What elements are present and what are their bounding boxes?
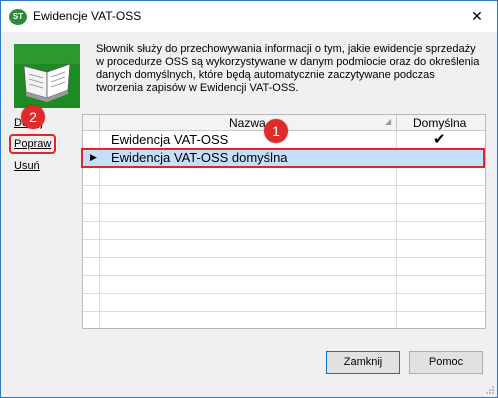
header-divider [396,115,397,131]
row-line [83,275,485,276]
row-line [83,293,485,294]
callout-badge-2: 2 [21,105,45,129]
help-button[interactable]: Pomoc [409,351,483,374]
row-line [83,221,485,222]
window-title: Ewidencje VAT-OSS [33,9,142,23]
dictionary-description: Słownik służy do przechowywania informac… [96,43,480,94]
row-line [83,311,485,312]
row-line [83,239,485,240]
selected-row-highlight [81,148,485,168]
edit-link-highlight [9,134,56,154]
title-bar: ST Ewidencje VAT-OSS ✕ [1,1,497,32]
row-line [83,257,485,258]
sort-indicator-icon: ◢ [385,117,392,126]
records-grid[interactable]: Nazwa ◢ Domyślna Ewidencja VAT-OSS ✔ ▶ E… [82,114,486,329]
checkmark-icon: ✔ [433,131,446,148]
column-header-name[interactable]: Nazwa [229,116,266,130]
resize-grip-icon[interactable] [485,385,495,395]
app-logo-icon: ST [9,9,27,25]
delete-link[interactable]: Usuń [14,160,40,172]
row-line [83,203,485,204]
cell-name: Ewidencja VAT-OSS [111,132,229,147]
callout-badge-1: 1 [264,119,288,143]
dialog-window: ST Ewidencje VAT-OSS ✕ Słownik służy do … [0,0,498,398]
close-button[interactable]: Zamknij [326,351,400,374]
close-icon[interactable]: ✕ [463,3,491,29]
header-divider [99,115,100,131]
open-book-icon [14,44,80,108]
row-line [83,185,485,186]
column-header-default[interactable]: Domyślna [413,116,466,130]
